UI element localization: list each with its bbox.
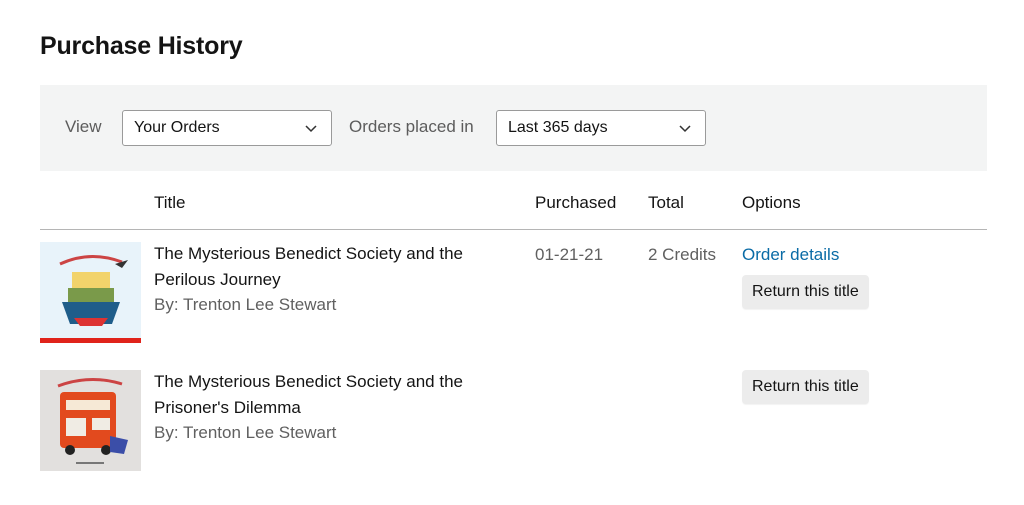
- table-row: The Mysterious Benedict Society and the …: [40, 370, 987, 472]
- orders-placed-select-value: Last 365 days: [508, 119, 608, 136]
- purchase-date: 01-21-21: [535, 245, 604, 264]
- view-label: View: [65, 117, 102, 136]
- orders-placed-select[interactable]: Last 365 days: [496, 110, 706, 146]
- column-header-title: Title: [154, 193, 186, 212]
- return-title-button[interactable]: Return this title: [742, 275, 869, 309]
- book-author: By: Trenton Lee Stewart: [154, 295, 337, 314]
- filter-bar: View Your Orders Orders placed in Last 3…: [40, 85, 987, 171]
- book-cover-art: [40, 370, 141, 471]
- table-row: The Mysterious Benedict Society and the …: [40, 242, 987, 344]
- column-header-purchased: Purchased: [535, 193, 617, 212]
- chevron-down-icon: [305, 125, 317, 133]
- book-title[interactable]: The Mysterious Benedict Society and the …: [154, 369, 494, 421]
- column-header-options: Options: [742, 193, 801, 212]
- book-cover-art: [40, 242, 141, 343]
- order-details-link[interactable]: Order details: [742, 245, 839, 265]
- book-cover[interactable]: [40, 370, 141, 471]
- view-select[interactable]: Your Orders: [122, 110, 332, 146]
- table-header: Title Purchased Total Options: [40, 192, 987, 230]
- view-select-value: Your Orders: [134, 119, 220, 136]
- book-author: By: Trenton Lee Stewart: [154, 423, 337, 442]
- column-header-total: Total: [648, 193, 684, 212]
- return-title-button[interactable]: Return this title: [742, 370, 869, 404]
- page-title: Purchase History: [40, 32, 243, 60]
- chevron-down-icon: [679, 125, 691, 133]
- orders-placed-label: Orders placed in: [349, 117, 474, 136]
- book-cover[interactable]: [40, 242, 141, 343]
- book-title[interactable]: The Mysterious Benedict Society and the …: [154, 241, 494, 293]
- order-total: 2 Credits: [648, 245, 717, 264]
